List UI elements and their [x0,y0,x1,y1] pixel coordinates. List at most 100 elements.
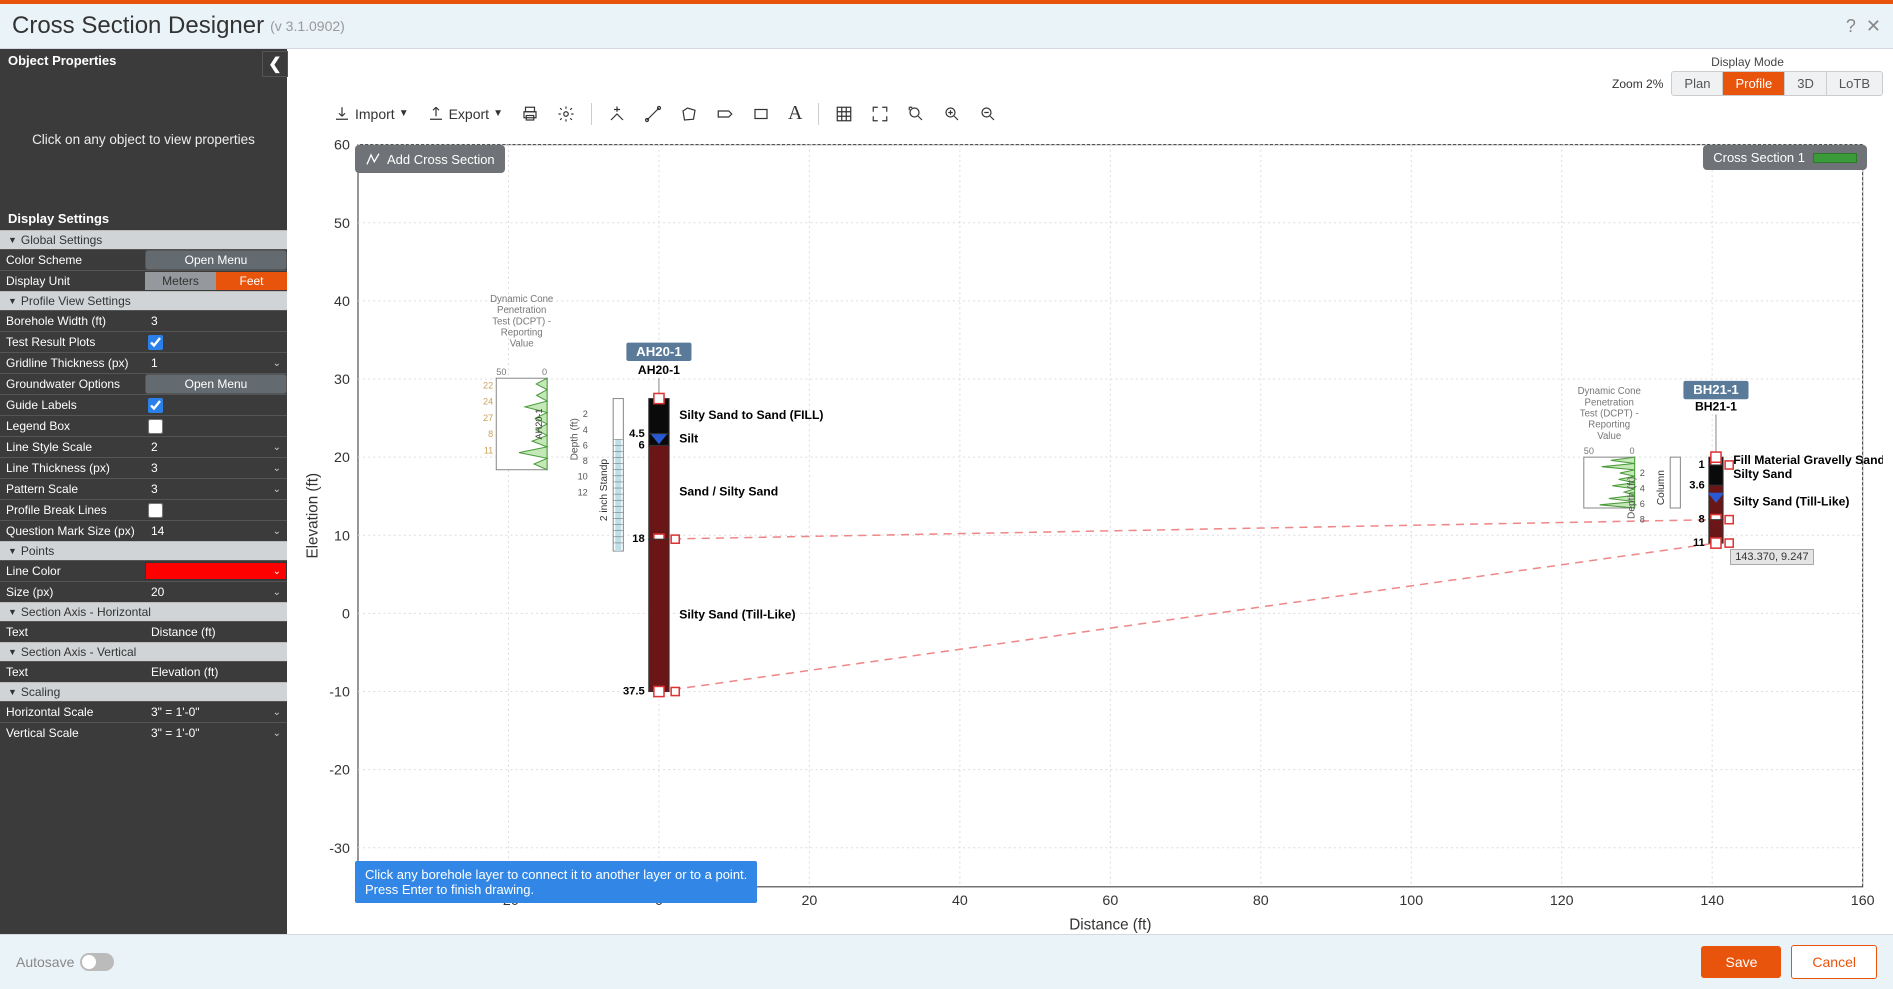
import-button[interactable]: Import▼ [327,101,415,127]
svg-text:BH21-1: BH21-1 [1693,382,1739,397]
svg-text:Depth (ft): Depth (ft) [1627,477,1638,519]
svg-text:Sand / Silty Sand: Sand / Silty Sand [679,484,778,498]
svg-text:4.5: 4.5 [629,428,645,440]
guide-labels-label: Guide Labels [0,395,145,415]
print-button[interactable] [515,101,545,127]
line-color-swatch[interactable] [145,562,287,580]
group-axis-v[interactable]: ▼Section Axis - Vertical [0,642,287,661]
svg-text:Test (DCPT) -: Test (DCPT) - [1580,408,1639,419]
autosave-toggle[interactable]: Autosave [16,953,114,971]
svg-text:4: 4 [1640,483,1645,493]
svg-text:2: 2 [583,409,588,419]
grid-button[interactable] [829,101,859,127]
svg-text:6: 6 [1640,499,1645,509]
help-icon[interactable]: ? [1846,16,1856,37]
axis-v-text-input[interactable] [145,662,287,682]
svg-text:1: 1 [1699,459,1705,471]
cross-section-icon [365,151,381,167]
color-scheme-label: Color Scheme [0,250,145,270]
pattern-scale-input[interactable] [145,479,287,499]
svg-text:Column: Column [1656,470,1667,505]
layer-icon [608,105,626,123]
svg-text:BH21-1: BH21-1 [1695,399,1737,413]
svg-text:Penetration: Penetration [497,305,546,316]
line-thickness-input[interactable] [145,458,287,478]
svg-text:12: 12 [578,487,588,497]
line-style-scale-input[interactable] [145,437,287,457]
gridline-thickness-label: Gridline Thickness (px) [0,353,145,373]
group-scaling[interactable]: ▼Scaling [0,682,287,701]
point-size-input[interactable] [145,582,287,602]
v-scale-input[interactable] [145,723,287,743]
svg-text:4: 4 [583,425,588,435]
group-axis-h[interactable]: ▼Section Axis - Horizontal [0,602,287,621]
svg-text:37.5: 37.5 [623,686,645,698]
h-scale-input[interactable] [145,702,287,722]
qmark-size-label: Question Mark Size (px) [0,521,145,541]
mode-lotb-button[interactable]: LoTB [1826,72,1882,95]
settings-button[interactable] [551,101,581,127]
test-plots-checkbox[interactable] [148,335,163,350]
gridline-thickness-input[interactable] [145,353,287,373]
borehole-width-input[interactable] [145,311,287,331]
zoom-select-button[interactable] [901,101,931,127]
svg-text:50: 50 [334,216,350,232]
line-icon [644,105,662,123]
group-points[interactable]: ▼Points [0,541,287,560]
borehole-width-label: Borehole Width (ft) [0,311,145,331]
svg-text:2: 2 [1640,468,1645,478]
svg-text:6: 6 [638,439,644,451]
group-profile-view[interactable]: ▼Profile View Settings [0,291,287,310]
guide-labels-checkbox[interactable] [148,398,163,413]
unit-meters-button[interactable]: Meters [145,272,216,290]
legend-box-checkbox[interactable] [148,419,163,434]
groundwater-open-menu-button[interactable]: Open Menu [145,374,287,394]
axis-h-text-input[interactable] [145,622,287,642]
pattern-scale-label: Pattern Scale [0,479,145,499]
line-thickness-label: Line Thickness (px) [0,458,145,478]
titlebar: Cross Section Designer (v 3.1.0902) ? ✕ [0,4,1893,49]
add-cross-section-button[interactable]: Add Cross Section [355,145,505,173]
line-tool-button[interactable] [638,101,668,127]
svg-text:120: 120 [1550,893,1574,909]
svg-text:8: 8 [488,429,493,439]
svg-text:Fill Material Gravelly Sand: Fill Material Gravelly Sand [1733,453,1883,467]
close-icon[interactable]: ✕ [1866,16,1881,37]
mode-plan-button[interactable]: Plan [1672,72,1722,95]
svg-text:30: 30 [334,372,350,388]
cross-section-badge[interactable]: Cross Section 1 [1703,145,1867,170]
svg-text:3.6: 3.6 [1689,479,1705,491]
h-scale-label: Horizontal Scale [0,702,145,722]
svg-text:0: 0 [1630,446,1635,456]
export-button[interactable]: Export▼ [421,101,509,127]
zoom-out-button[interactable] [973,101,1003,127]
svg-text:Elevation (ft): Elevation (ft) [304,473,321,559]
unit-feet-button[interactable]: Feet [216,272,287,290]
shape-tool-button[interactable] [710,101,740,127]
collapse-sidebar-icon[interactable]: ❮ [262,51,288,77]
svg-text:Distance (ft): Distance (ft) [1069,917,1151,934]
connect-layer-button[interactable] [602,101,632,127]
polygon-tool-button[interactable] [674,101,704,127]
profile-break-checkbox[interactable] [148,503,163,518]
color-scheme-open-menu-button[interactable]: Open Menu [145,250,287,270]
profile-chart[interactable]: -20020406080100120140160-30-20-100102030… [297,133,1883,934]
svg-text:AH20-1: AH20-1 [534,409,544,440]
rect-tool-button[interactable] [746,101,776,127]
cancel-button[interactable]: Cancel [1791,945,1877,979]
text-tool-button[interactable]: A [782,98,808,129]
group-global-settings[interactable]: ▼Global Settings [0,230,287,249]
zoom-in-button[interactable] [937,101,967,127]
qmark-size-input[interactable] [145,521,287,541]
mode-3d-button[interactable]: 3D [1784,72,1826,95]
display-mode-segment: Plan Profile 3D LoTB [1671,71,1883,96]
svg-text:-10: -10 [329,685,350,701]
svg-text:6: 6 [583,440,588,450]
grid-icon [835,105,853,123]
zoom-fit-button[interactable] [865,101,895,127]
sidebar: Object Properties ❮ Click on any object … [0,49,287,934]
mode-profile-button[interactable]: Profile [1722,72,1784,95]
save-button[interactable]: Save [1701,946,1781,978]
svg-text:27: 27 [483,413,493,423]
svg-text:8: 8 [1640,515,1645,525]
